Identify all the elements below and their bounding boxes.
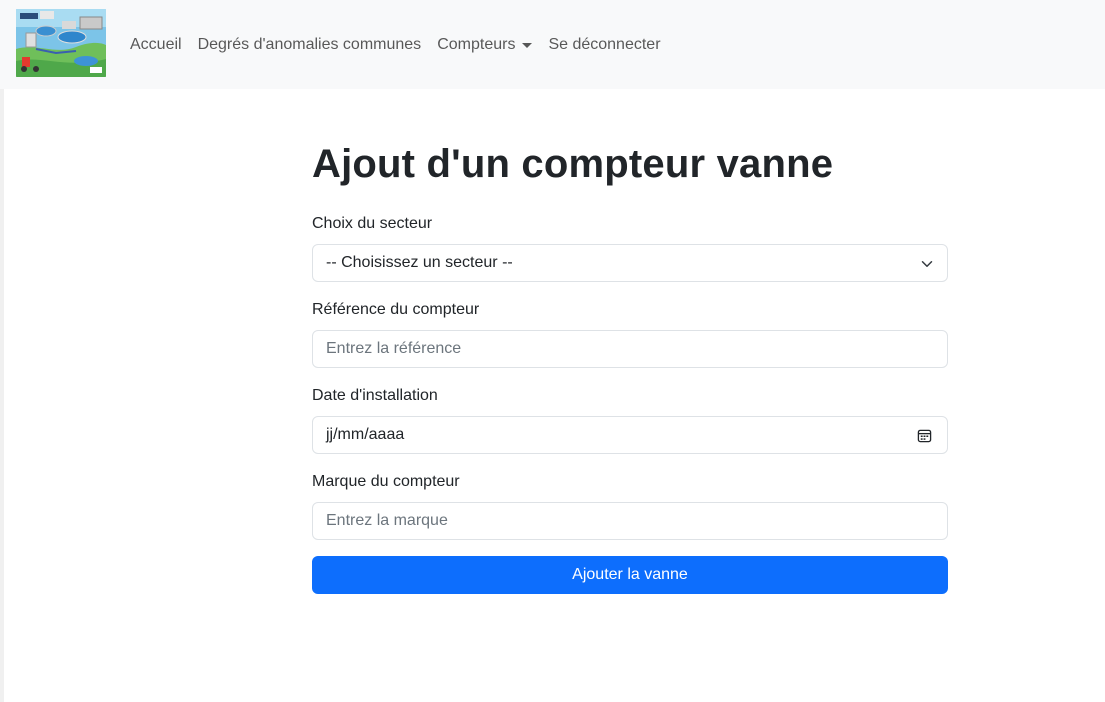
brand-label: Marque du compteur — [312, 473, 460, 490]
navbar: Accueil Degrés d'anomalies communes Comp… — [0, 0, 1105, 89]
nav-links: Accueil Degrés d'anomalies communes Comp… — [130, 0, 677, 89]
sector-label: Choix du secteur — [312, 215, 433, 232]
date-label: Date d'installation — [312, 387, 438, 404]
nav-dropdown-compteurs-label: Compteurs — [437, 35, 516, 53]
water-network-logo-icon[interactable] — [16, 9, 106, 77]
brand-input[interactable] — [326, 512, 934, 530]
chevron-down-icon — [921, 261, 933, 267]
sector-select-value: -- Choisissez un secteur -- — [326, 254, 513, 271]
nav-link-anomalies[interactable]: Degrés d'anomalies communes — [198, 36, 422, 54]
date-input-placeholder: jj/mm/aaaa — [326, 426, 405, 443]
add-valve-button[interactable]: Ajouter la vanne — [312, 556, 948, 594]
caret-down-icon — [522, 43, 533, 48]
main-container: Ajout d'un compteur vanne Choix du secte… — [312, 140, 948, 594]
reference-label: Référence du compteur — [312, 301, 480, 318]
calendar-icon[interactable] — [917, 428, 932, 443]
nav-link-accueil[interactable]: Accueil — [130, 36, 182, 54]
reference-input[interactable] — [326, 340, 934, 358]
page-edge — [0, 0, 4, 702]
nav-link-deconnexion[interactable]: Se déconnecter — [548, 36, 660, 54]
page-title: Ajout d'un compteur vanne — [312, 142, 834, 186]
nav-dropdown-compteurs[interactable]: Compteurs — [437, 35, 533, 54]
sector-select[interactable]: -- Choisissez un secteur -- — [312, 244, 948, 282]
reference-field — [312, 330, 948, 368]
brand-field — [312, 502, 948, 540]
date-field[interactable]: jj/mm/aaaa — [312, 416, 948, 454]
